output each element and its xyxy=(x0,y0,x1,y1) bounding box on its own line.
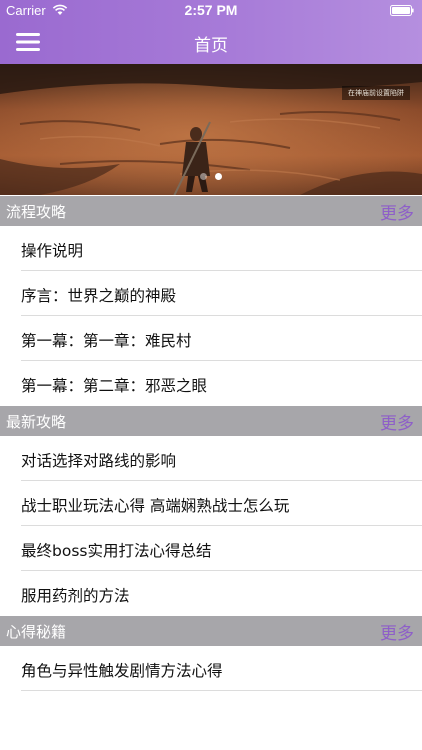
page-dot[interactable] xyxy=(200,173,207,180)
header: Carrier 2:57 PM 首页 xyxy=(0,0,422,64)
more-button[interactable]: 更多 xyxy=(380,199,414,224)
list-item[interactable]: 对话选择对路线的影响 xyxy=(0,436,422,481)
divider xyxy=(21,690,422,691)
banner-caption: 在神庙前设置陷阱 xyxy=(342,86,410,100)
page-indicator[interactable] xyxy=(0,173,422,181)
list-item-label: 操作说明 xyxy=(21,242,84,260)
battery-icon xyxy=(390,5,414,16)
more-button[interactable]: 更多 xyxy=(380,619,414,644)
status-bar: Carrier 2:57 PM xyxy=(0,0,422,20)
more-button[interactable]: 更多 xyxy=(380,409,414,434)
page-dot-active[interactable] xyxy=(215,173,222,180)
section-header-walkthrough: 流程攻略 更多 xyxy=(0,196,422,226)
list-item[interactable]: 战士职业玩法心得 高端娴熟战士怎么玩 xyxy=(0,481,422,526)
list-item-label: 第一幕：第二章：邪恶之眼 xyxy=(21,377,208,395)
list-item[interactable]: 服用药剂的方法 xyxy=(0,571,422,616)
list-item-label: 第一幕：第一章：难民村 xyxy=(21,332,192,350)
section-title: 流程攻略 xyxy=(6,203,67,221)
list-item[interactable]: 最终boss实用打法心得总结 xyxy=(0,526,422,571)
list-item-label: 服用药剂的方法 xyxy=(21,587,130,605)
list-item[interactable]: 第一幕：第一章：难民村 xyxy=(0,316,422,361)
list-item-label: 最终boss实用打法心得总结 xyxy=(21,542,212,560)
list-item[interactable]: 第一幕：第二章：邪恶之眼 xyxy=(0,361,422,406)
nav-bar: 首页 xyxy=(0,20,422,64)
status-time: 2:57 PM xyxy=(184,2,238,18)
app-screen: Carrier 2:57 PM 首页 在神庙前设置陷阱 流程攻略 更多 操作说明… xyxy=(0,0,422,750)
list-item-label: 对话选择对路线的影响 xyxy=(21,452,177,470)
list-item-label: 战士职业玩法心得 高端娴熟战士怎么玩 xyxy=(21,497,290,515)
section-title: 最新攻略 xyxy=(6,413,67,431)
list-item[interactable]: 序言：世界之巅的神殿 xyxy=(0,271,422,316)
list-item[interactable]: 角色与异性触发剧情方法心得 xyxy=(0,646,422,691)
section-title: 心得秘籍 xyxy=(6,623,67,641)
list-item[interactable]: 操作说明 xyxy=(0,226,422,271)
list-item-label: 角色与异性触发剧情方法心得 xyxy=(21,662,223,680)
section-header-tips: 心得秘籍 更多 xyxy=(0,616,422,646)
hamburger-menu-icon[interactable] xyxy=(14,30,42,54)
page-title: 首页 xyxy=(194,36,228,56)
list-item-label: 序言：世界之巅的神殿 xyxy=(21,287,177,305)
section-header-latest: 最新攻略 更多 xyxy=(0,406,422,436)
